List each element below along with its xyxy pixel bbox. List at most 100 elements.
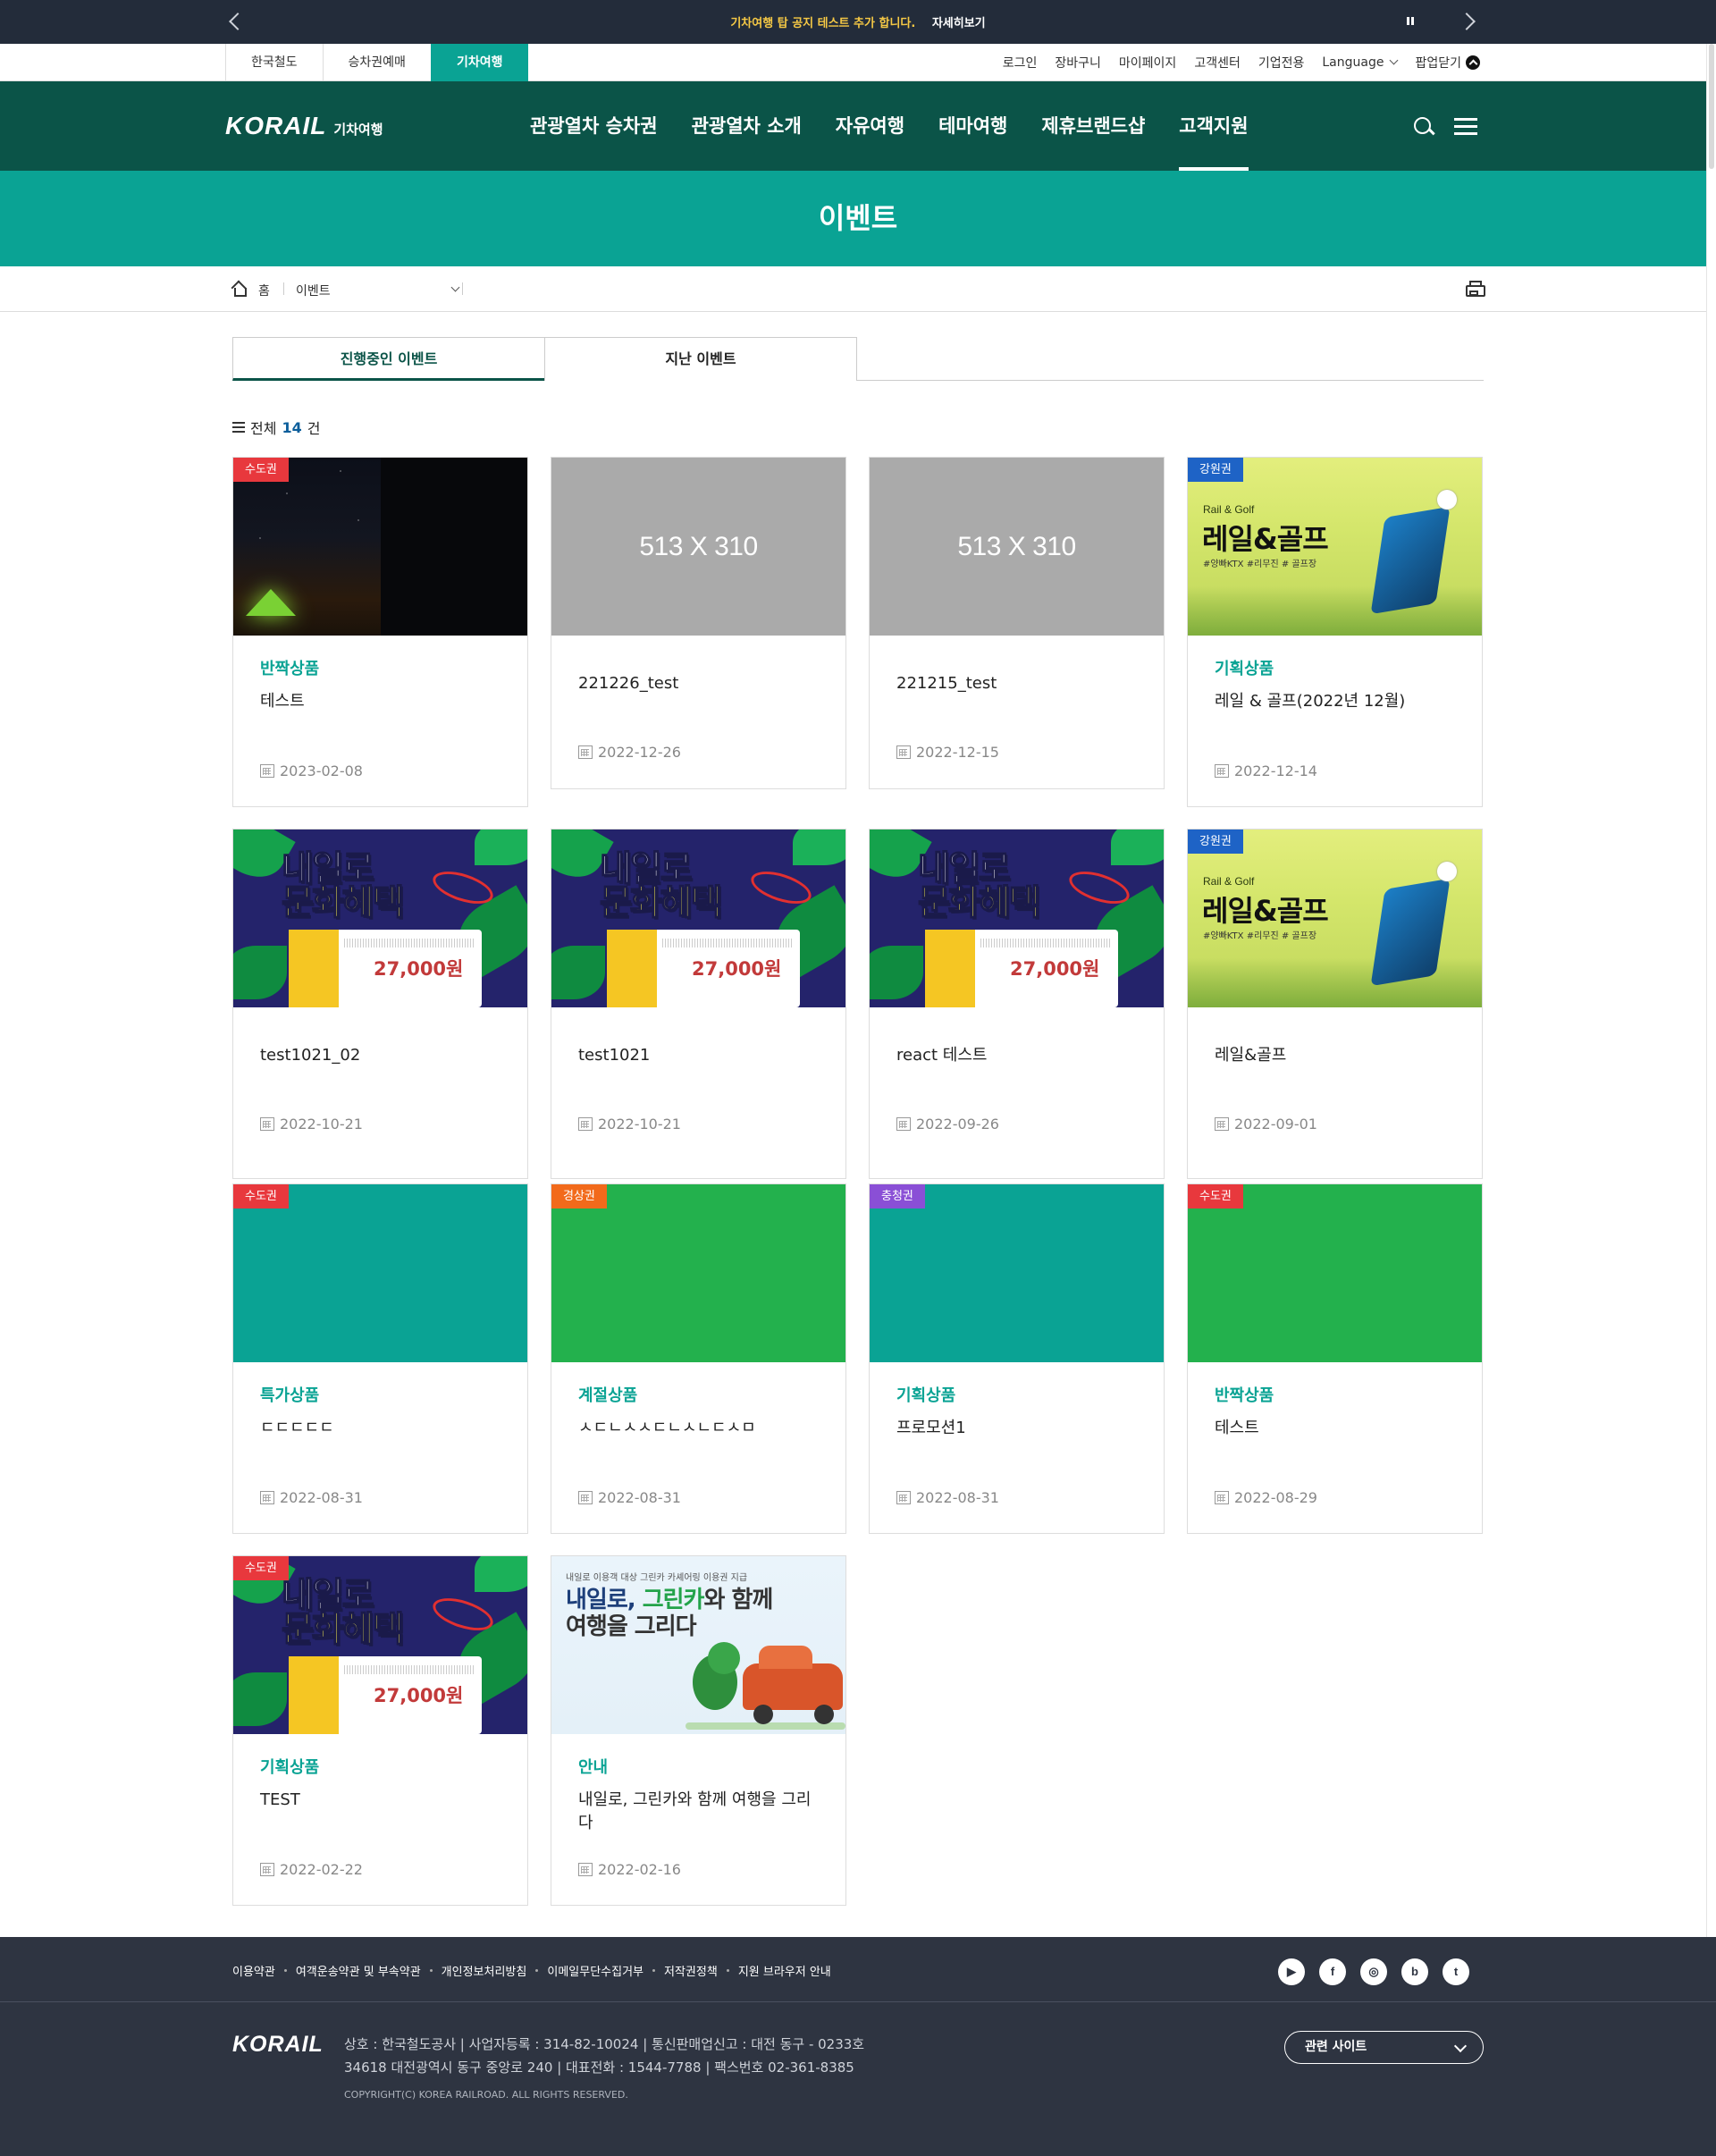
event-thumbnail: 충청권 <box>870 1184 1164 1362</box>
tab-past-events[interactable]: 지난 이벤트 <box>544 337 857 381</box>
event-card-body: 특가상품 ㄷㄷㄷㄷㄷ <box>260 1383 506 1440</box>
youtube-icon[interactable]: ▶ <box>1278 1958 1305 1985</box>
mypage-link[interactable]: 마이페이지 <box>1119 54 1176 72</box>
scrollbar[interactable] <box>1706 44 1716 1937</box>
breadcrumb-current-select[interactable]: 이벤트 <box>296 282 462 299</box>
home-icon[interactable] <box>231 282 247 297</box>
gnb-item-theme-travel[interactable]: 테마여행 <box>921 81 1024 171</box>
event-card[interactable]: 내일로 이용객 대상 그린카 카셰어링 이용권 지급 내일로, 그린카와 함께 여행… <box>551 1555 846 1906</box>
total-count: 전체 14 건 <box>232 417 320 438</box>
cart-link[interactable]: 장바구니 <box>1055 54 1101 72</box>
event-card[interactable]: 내일로 문화혜택 27,000원 test1021 2022-10-21 <box>551 829 846 1179</box>
language-select[interactable]: Language <box>1322 55 1397 70</box>
greencar-title-line2: 여행을 그리다 <box>566 1613 697 1640</box>
footer-link-terms[interactable]: 이용약관 <box>232 1962 275 1979</box>
event-date: 2022-09-26 <box>896 1116 999 1133</box>
related-sites-select[interactable]: 관련 사이트 <box>1284 2031 1484 2064</box>
event-card[interactable]: Rail & Golf 레일&골프 #양빠KTX #리무진 # 골프장 강원권 기획상품… <box>1187 457 1483 807</box>
event-date: 2022-08-31 <box>578 1489 681 1506</box>
placeholder-image: 513 X 310 <box>551 458 845 636</box>
event-card[interactable]: 수도권 특가상품 ㄷㄷㄷㄷㄷ 2022-08-31 <box>232 1183 528 1534</box>
company-info-line2: 34618 대전광역시 동구 중앙로 240 | 대표전화 : 1544-778… <box>344 2059 854 2076</box>
business-link[interactable]: 기업전용 <box>1258 54 1305 72</box>
tab-ongoing-events[interactable]: 진행중인 이벤트 <box>232 337 545 381</box>
culture-banner-title: 내일로 문화혜택 <box>599 851 723 922</box>
event-category: 계절상품 <box>578 1386 638 1405</box>
blog-icon[interactable]: b <box>1401 1958 1428 1985</box>
event-date: 2022-12-14 <box>1215 762 1317 779</box>
company-info-line1: 상호 : 한국철도공사 | 사업자등록 : 314-82-10024 | 통신판… <box>344 2036 865 2052</box>
golf-banner-en: Rail & Golf <box>1203 503 1255 516</box>
ticket-fine-print <box>344 1665 474 1674</box>
leaf-graphic <box>870 946 923 999</box>
calendar-icon <box>260 1491 274 1504</box>
leaf-graphic <box>233 946 287 999</box>
footer-link-transport-terms[interactable]: 여객운송약관 및 부속약관 <box>296 1962 421 1979</box>
culture-banner-price: 27,000원 <box>692 958 782 980</box>
count-suffix: 건 <box>307 420 321 437</box>
event-card-body: test1021 <box>578 1044 824 1067</box>
event-title: 내일로, 그린카와 함께 여행을 그리다 <box>578 1790 812 1832</box>
event-card[interactable]: 내일로 문화혜택 27,000원 react 테스트 2022-09-26 <box>869 829 1165 1179</box>
search-icon[interactable] <box>1412 115 1435 139</box>
footer-link-divider <box>535 1969 539 1972</box>
footer-link-copyright[interactable]: 저작권정책 <box>664 1962 718 1979</box>
event-card-body: test1021_02 <box>260 1044 506 1067</box>
culture-banner-line1: 내일로 <box>917 849 1011 889</box>
instagram-icon[interactable]: ◎ <box>1360 1958 1387 1985</box>
event-card-body: 221226_test <box>578 672 824 695</box>
event-card[interactable]: 수도권 반짝상품 테스트 2022-08-29 <box>1187 1183 1483 1534</box>
event-card[interactable]: Rail & Golf 레일&골프 #양빠KTX #리무진 # 골프장 강원권 레일&골… <box>1187 829 1483 1179</box>
event-card[interactable]: 충청권 기획상품 프로모션1 2022-08-31 <box>869 1183 1165 1534</box>
notice-next-icon[interactable] <box>1459 11 1478 30</box>
breadcrumb-home[interactable]: 홈 <box>258 282 270 299</box>
facebook-icon[interactable]: f <box>1319 1958 1346 1985</box>
event-date: 2022-12-26 <box>578 744 681 761</box>
culture-banner-price: 27,000원 <box>374 958 464 980</box>
site-tab-korail[interactable]: 한국철도 <box>225 44 323 81</box>
event-title: ㄷㄷㄷㄷㄷ <box>260 1419 334 1437</box>
event-card-body: react 테스트 <box>896 1044 1142 1067</box>
event-card[interactable]: 내일로 문화혜택 27,000원 수도권 기획상품 TEST 2022-02-22 <box>232 1555 528 1906</box>
gnb-item-brand-shop[interactable]: 제휴브랜드샵 <box>1024 81 1162 171</box>
event-card[interactable]: 513 X 310 221226_test 2022-12-26 <box>551 457 846 789</box>
notice-more-link[interactable]: 자세히보기 <box>932 17 986 30</box>
event-date: 2022-08-29 <box>1215 1489 1317 1506</box>
footer-link-privacy[interactable]: 개인정보처리방침 <box>442 1962 527 1979</box>
event-thumbnail: 내일로 문화혜택 27,000원 <box>870 830 1164 1007</box>
event-card[interactable]: 내일로 문화혜택 27,000원 test1021_02 2022-10-21 <box>232 829 528 1179</box>
gnb-item-tour-intro[interactable]: 관광열차 소개 <box>675 81 819 171</box>
ticket-graphic: 27,000원 <box>289 1656 482 1734</box>
footer-link-email-refusal[interactable]: 이메일무단수집거부 <box>547 1962 644 1979</box>
pause-icon[interactable] <box>1405 15 1416 28</box>
ticket-fine-print <box>980 939 1110 947</box>
event-card[interactable]: 513 X 310 221215_test 2022-12-15 <box>869 457 1165 789</box>
event-date-text: 2022-09-01 <box>1234 1116 1317 1133</box>
tent-graphic <box>246 589 296 616</box>
notice-text: 기차여행 탑 공지 테스트 추가 합니다. <box>730 17 916 30</box>
menu-icon[interactable] <box>1454 118 1477 136</box>
ticket-graphic: 27,000원 <box>925 930 1118 1007</box>
culture-banner-line1: 내일로 <box>281 1576 374 1616</box>
print-icon[interactable] <box>1466 281 1485 297</box>
twitter-icon[interactable]: t <box>1443 1958 1469 1985</box>
korail-logo[interactable]: KORAIL 기차여행 <box>225 112 383 140</box>
event-thumbnail: 내일로 이용객 대상 그린카 카셰어링 이용권 지급 내일로, 그린카와 함께 여행… <box>551 1556 845 1734</box>
gnb-item-free-travel[interactable]: 자유여행 <box>819 81 921 171</box>
leaf-graphic <box>233 1672 287 1726</box>
wheel-graphic <box>814 1705 834 1724</box>
logo-subtitle: 기차여행 <box>333 122 383 138</box>
gnb-item-support[interactable]: 고객지원 <box>1162 81 1265 171</box>
ticket-stub-graphic <box>289 1656 339 1734</box>
scrollbar-thumb[interactable] <box>1709 44 1714 169</box>
footer-link-browsers[interactable]: 지원 브라우저 안내 <box>738 1962 831 1979</box>
gnb-item-tour-ticket[interactable]: 관광열차 승차권 <box>513 81 675 171</box>
customer-center-link[interactable]: 고객센터 <box>1194 54 1241 72</box>
event-card[interactable]: 수도권 반짝상품 테스트 2023-02-08 <box>232 457 528 807</box>
region-badge: 강원권 <box>1188 458 1243 482</box>
close-popup-button[interactable]: 팝업닫기 <box>1415 54 1480 72</box>
site-tab-travel[interactable]: 기차여행 <box>430 44 529 81</box>
site-tab-ticket[interactable]: 승차권예매 <box>322 44 431 81</box>
login-link[interactable]: 로그인 <box>1003 54 1038 72</box>
event-card[interactable]: 경상권 계절상품 ㅅㄷㄴㅅㅅㄷㄴㅅㄴㄷㅅㅁ 2022-08-31 <box>551 1183 846 1534</box>
